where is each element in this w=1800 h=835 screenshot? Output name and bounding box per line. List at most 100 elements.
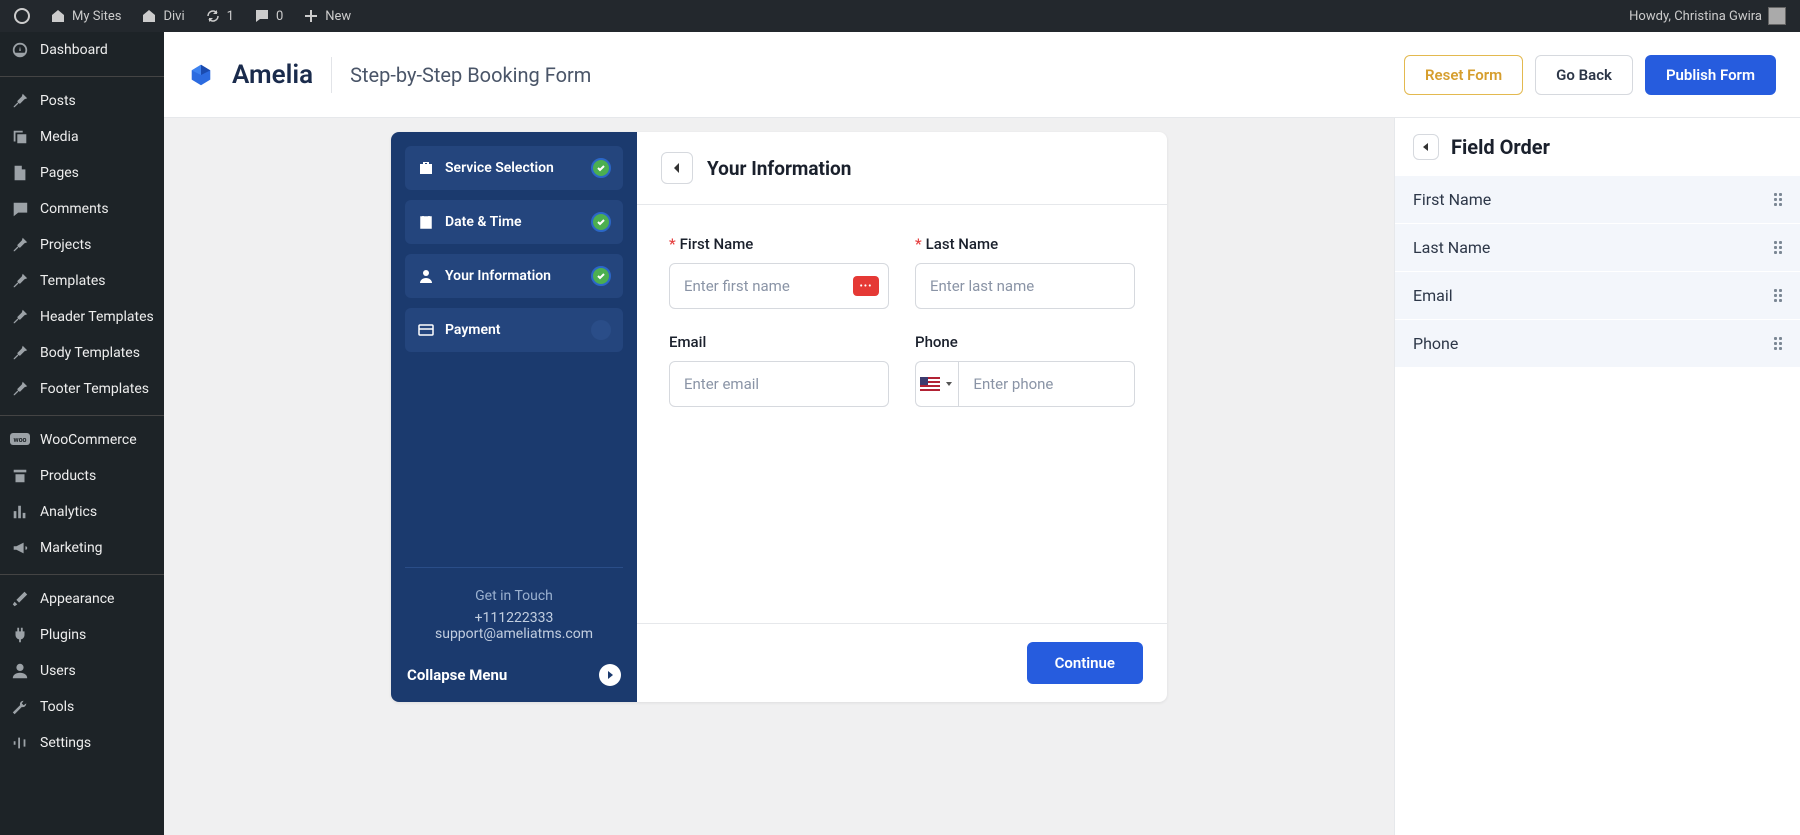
check-icon (591, 212, 611, 232)
wp-logo[interactable] (8, 8, 36, 24)
sidebar-label: Projects (40, 237, 91, 253)
sidebar-item-products[interactable]: Products (0, 458, 164, 494)
comment-icon (10, 199, 30, 219)
drag-handle-icon[interactable] (1774, 289, 1782, 302)
field-order-item[interactable]: Email (1395, 272, 1800, 320)
site-name[interactable]: Divi (135, 8, 190, 24)
field-order-item[interactable]: Phone (1395, 320, 1800, 368)
updates[interactable]: 1 (199, 8, 240, 24)
pin-icon (10, 307, 30, 327)
collapse-label: Collapse Menu (407, 666, 507, 684)
last-name-input[interactable] (915, 263, 1135, 309)
sidebar-item-pages[interactable]: Pages (0, 155, 164, 191)
field-list: First Name Last Name Email Phone (1395, 176, 1800, 368)
field-order-panel: Field Order First Name Last Name Email P… (1394, 118, 1800, 835)
pin-icon (10, 343, 30, 363)
card-icon (417, 321, 435, 339)
sidebar-item-media[interactable]: Media (0, 119, 164, 155)
reset-form-button[interactable]: Reset Form (1404, 55, 1523, 95)
sidebar-item-settings[interactable]: Settings (0, 725, 164, 761)
drag-handle-icon[interactable] (1774, 337, 1782, 350)
dashboard-icon (10, 40, 30, 60)
collapse-menu-button[interactable]: Collapse Menu (405, 656, 623, 688)
field-name: First Name (1413, 190, 1491, 209)
extension-badge-icon[interactable]: ••• (853, 276, 879, 296)
wordpress-icon (14, 8, 30, 24)
phone-field: Phone (915, 333, 1135, 407)
check-icon (591, 158, 611, 178)
drag-handle-icon[interactable] (1774, 241, 1782, 254)
sidebar-item-footer-templates[interactable]: Footer Templates (0, 371, 164, 407)
sites-icon (50, 8, 66, 24)
app-header: Amelia Step-by-Step Booking Form Reset F… (164, 32, 1800, 118)
phone-country-select[interactable] (915, 361, 958, 407)
sidebar-item-dashboard[interactable]: Dashboard (0, 32, 164, 68)
sidebar-item-header-templates[interactable]: Header Templates (0, 299, 164, 335)
howdy-user[interactable]: Howdy, Christina Gwira (1623, 7, 1792, 25)
wrench-icon (10, 697, 30, 717)
sidebar-item-marketing[interactable]: Marketing (0, 530, 164, 566)
sidebar-label: Body Templates (40, 345, 140, 361)
sidebar-label: Pages (40, 165, 79, 181)
continue-button[interactable]: Continue (1027, 642, 1143, 684)
step-service-selection[interactable]: Service Selection (405, 146, 623, 190)
briefcase-icon (417, 159, 435, 177)
my-sites-label: My Sites (72, 9, 121, 24)
sidebar-item-woocommerce[interactable]: wooWooCommerce (0, 415, 164, 458)
media-icon (10, 127, 30, 147)
last-name-label: *Last Name (915, 235, 1135, 253)
drag-handle-icon[interactable] (1774, 193, 1782, 206)
plus-icon (303, 8, 319, 24)
step-label: Date & Time (445, 214, 522, 230)
go-back-button[interactable]: Go Back (1535, 55, 1633, 95)
field-name: Last Name (1413, 238, 1490, 257)
form-body: *First Name ••• *Last Name Email (637, 205, 1167, 437)
sidebar-item-templates[interactable]: Templates (0, 263, 164, 299)
sidebar-item-posts[interactable]: Posts (0, 76, 164, 119)
field-order-item[interactable]: First Name (1395, 176, 1800, 224)
sidebar-label: Users (40, 663, 76, 679)
panel-back-button[interactable] (1413, 134, 1439, 160)
svg-text:woo: woo (13, 436, 26, 444)
new-label: New (325, 9, 351, 24)
sidebar-item-appearance[interactable]: Appearance (0, 574, 164, 617)
sidebar-item-users[interactable]: Users (0, 653, 164, 689)
sidebar-label: Appearance (40, 591, 114, 607)
step-date-time[interactable]: Date & Time (405, 200, 623, 244)
email-input[interactable] (669, 361, 889, 407)
comments-count[interactable]: 0 (248, 8, 289, 24)
touch-email: support@ameliatms.com (405, 626, 623, 642)
canvas: Service Selection Date & Time Your Infor… (164, 118, 1394, 835)
email-field: Email (669, 333, 889, 407)
new-content[interactable]: New (297, 8, 357, 24)
site-name-label: Divi (163, 9, 184, 24)
step-your-information[interactable]: Your Information (405, 254, 623, 298)
form-back-button[interactable] (661, 152, 693, 184)
form-steps-sidebar: Service Selection Date & Time Your Infor… (391, 132, 637, 702)
sidebar-label: Posts (40, 93, 76, 109)
last-name-field: *Last Name (915, 235, 1135, 309)
phone-input[interactable] (958, 361, 1135, 407)
plugin-icon (10, 625, 30, 645)
comment-icon (254, 8, 270, 24)
step-payment[interactable]: Payment (405, 308, 623, 352)
sidebar-label: Comments (40, 201, 109, 217)
sidebar-item-plugins[interactable]: Plugins (0, 617, 164, 653)
pin-icon (10, 235, 30, 255)
sidebar-item-tools[interactable]: Tools (0, 689, 164, 725)
page-icon (10, 163, 30, 183)
publish-form-button[interactable]: Publish Form (1645, 55, 1776, 95)
sidebar-item-comments[interactable]: Comments (0, 191, 164, 227)
brush-icon (10, 589, 30, 609)
update-icon (205, 8, 221, 24)
page-title: Step-by-Step Booking Form (350, 63, 591, 87)
arrow-right-icon (599, 664, 621, 686)
calendar-icon (417, 213, 435, 231)
sidebar-item-projects[interactable]: Projects (0, 227, 164, 263)
sidebar-item-analytics[interactable]: Analytics (0, 494, 164, 530)
my-sites[interactable]: My Sites (44, 8, 127, 24)
field-order-item[interactable]: Last Name (1395, 224, 1800, 272)
pin-icon (10, 379, 30, 399)
step-label: Your Information (445, 268, 551, 284)
sidebar-item-body-templates[interactable]: Body Templates (0, 335, 164, 371)
